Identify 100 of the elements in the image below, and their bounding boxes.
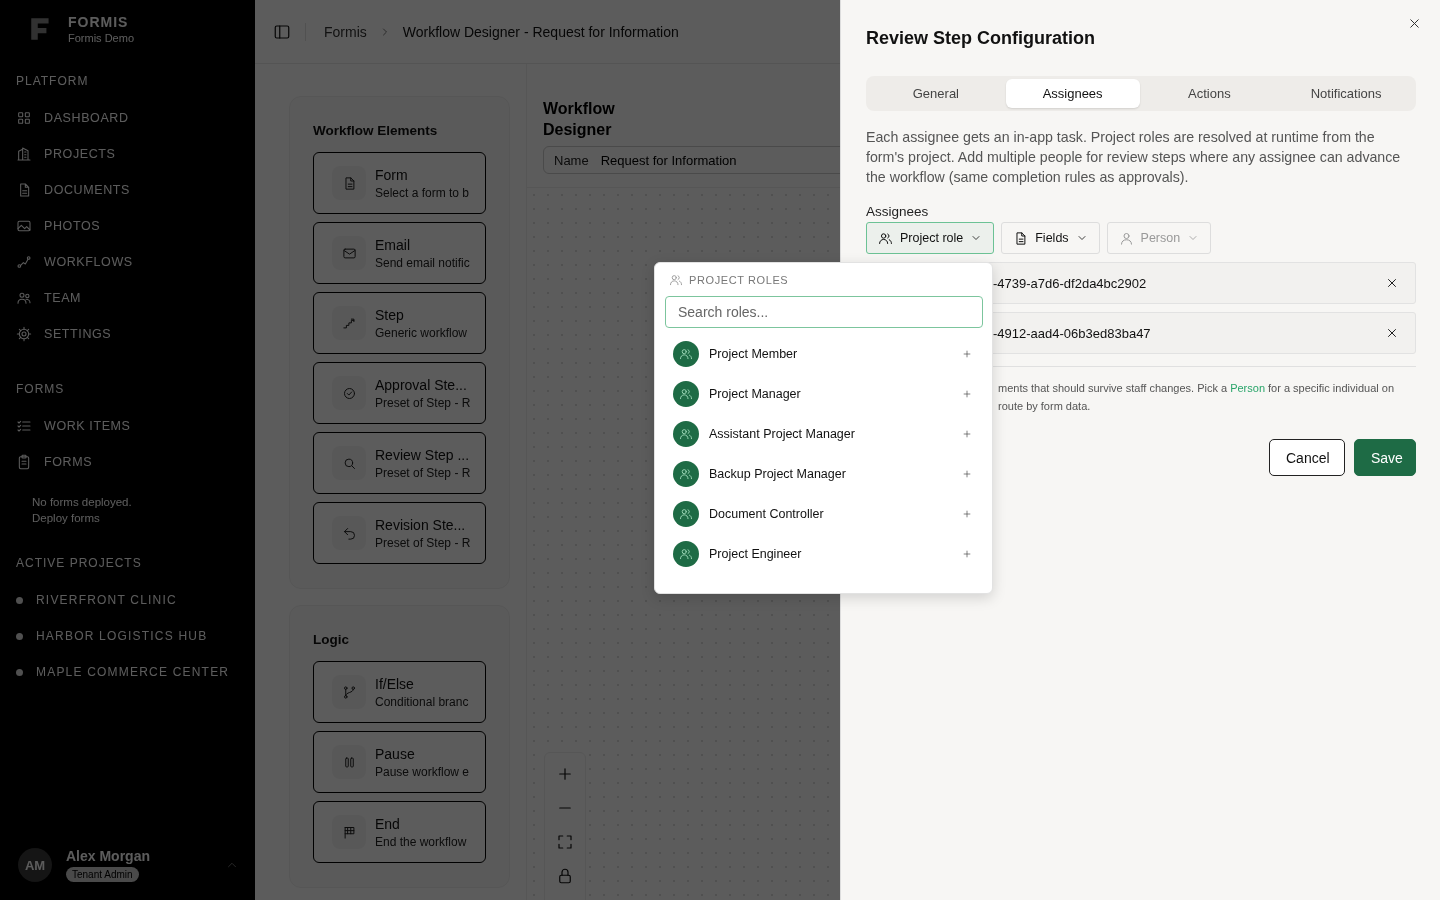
tab[interactable]: Assignees [1005, 79, 1140, 108]
role-item[interactable]: Project Member [665, 334, 982, 374]
role-item[interactable]: Assistant Project Manager [665, 414, 982, 454]
element-card[interactable]: If/Else Conditional branc [313, 661, 486, 723]
project-item[interactable]: MAPLE COMMERCE CENTER [16, 654, 255, 690]
card-title: Form [375, 166, 409, 183]
people-icon [679, 387, 693, 401]
settings-icon [16, 326, 32, 342]
role-name: Project Member [709, 347, 799, 361]
nav-item[interactable]: DASHBOARD [16, 100, 255, 136]
person-link[interactable]: Person [1230, 382, 1265, 394]
breadcrumb-item[interactable]: Formis [324, 23, 367, 40]
undo-icon [341, 525, 357, 541]
note-text: Deploy forms [32, 511, 101, 526]
nav-item[interactable]: PROJECTS [16, 136, 255, 172]
people-icon [669, 273, 683, 287]
tab[interactable]: Actions [1142, 79, 1277, 108]
search-field[interactable]: Search roles... [665, 296, 983, 328]
clipboard-icon [16, 454, 32, 470]
card-description: Preset of Step - R [375, 535, 471, 550]
team-icon [16, 290, 32, 306]
flag-icon [341, 824, 357, 840]
field-label: Name [554, 152, 589, 168]
user-name: Alex Morgan [66, 848, 151, 864]
stairs-icon [341, 315, 357, 331]
nav-item[interactable]: SETTINGS [16, 316, 255, 352]
card-title: Review Step ... [375, 446, 471, 463]
brand-name: FORMIS [68, 14, 130, 30]
description-text: Each assignee gets an in-app task. Project roles are resolved at runtime from the form's project. Add multiple people for review steps where any assignee can advance the workflow (same completion rules as approvals). [866, 128, 1402, 187]
role-item[interactable]: Backup Project Manager [665, 454, 982, 494]
nav-item[interactable]: DOCUMENTS [16, 172, 255, 208]
nav-item[interactable]: WORK ITEMS [16, 408, 255, 444]
branch-icon [341, 684, 357, 700]
plus-icon[interactable] [962, 469, 972, 479]
avatar: AM [18, 848, 52, 882]
element-card[interactable]: End End the workflow [313, 801, 486, 863]
plus-icon[interactable] [962, 429, 972, 439]
card-title: Step [375, 306, 405, 323]
dropdown-button[interactable]: Project role [866, 222, 995, 254]
plus-icon[interactable] [962, 509, 972, 519]
card-description: Pause workflow e [375, 764, 470, 779]
field-value: Request for Information [600, 152, 737, 168]
project-item[interactable]: RIVERFRONT CLINIC [16, 582, 255, 618]
designer-title: Workflow Designer [543, 99, 616, 140]
section-title: FORMS [16, 382, 66, 396]
nav-item[interactable]: PHOTOS [16, 208, 255, 244]
role-name: Assistant Project Manager [709, 427, 856, 441]
remove-icon[interactable] [1385, 326, 1399, 340]
role-item[interactable]: Project Engineer [665, 534, 982, 574]
card-title: Pause [375, 745, 416, 762]
checklist-icon [16, 418, 32, 434]
section-title: PLATFORM [16, 74, 90, 88]
building-icon [16, 146, 32, 162]
fit-view-icon[interactable] [556, 833, 574, 851]
plus-icon[interactable] [962, 349, 972, 359]
brand-subtitle: Formis Demo [68, 32, 134, 44]
status-dot [16, 632, 23, 640]
card-description: Send email notific [375, 255, 470, 270]
element-card[interactable]: Step Generic workflow [313, 292, 486, 354]
people-icon [878, 230, 893, 246]
tab[interactable]: Notifications [1279, 79, 1413, 108]
person-icon [1118, 230, 1134, 246]
card-description: End the workflow [375, 834, 467, 849]
role-badge: Tenant Admin [66, 867, 139, 882]
panel-title: Logic [313, 632, 350, 647]
role-name: Project Engineer [709, 547, 803, 561]
element-card[interactable]: Pause Pause workflow e [313, 731, 486, 793]
help-text: route by form data. [997, 399, 1092, 414]
sidebar-toggle-icon[interactable] [273, 22, 291, 41]
element-card[interactable]: Form Select a form to b [313, 152, 486, 214]
nav-item[interactable]: TEAM [16, 280, 255, 316]
people-icon [679, 427, 693, 441]
element-card[interactable]: Review Step ... Preset of Step - R [313, 432, 486, 494]
close-icon[interactable] [1407, 16, 1422, 31]
plus-icon[interactable] [962, 389, 972, 399]
status-dot [16, 668, 23, 676]
assignee-id: -4739-a7d6-df2da4bc2902 [993, 275, 1147, 291]
element-card[interactable]: Approval Ste... Preset of Step - R [313, 362, 486, 424]
card-description: Preset of Step - R [375, 465, 471, 480]
nav-item[interactable]: WORKFLOWS [16, 244, 255, 280]
zoom-in-icon[interactable] [556, 765, 574, 783]
popup-title: PROJECT ROLES [689, 274, 789, 286]
section-label: Assignees [866, 204, 930, 219]
drawer-title: Review Step Configuration [866, 28, 1097, 49]
people-icon [679, 467, 693, 481]
role-item[interactable]: Project Manager [665, 374, 982, 414]
lock-icon[interactable] [556, 867, 574, 885]
element-card[interactable]: Revision Ste... Preset of Step - R [313, 502, 486, 564]
card-title: If/Else [375, 675, 415, 692]
element-card[interactable]: Email Send email notific [313, 222, 486, 284]
save-button[interactable]: Save [1354, 439, 1416, 476]
tab[interactable]: General [869, 79, 1003, 108]
role-item[interactable]: Document Controller [665, 494, 982, 534]
dropdown-button[interactable]: Fields [1001, 222, 1100, 254]
remove-icon[interactable] [1385, 276, 1399, 290]
nav-item[interactable]: FORMS [16, 444, 255, 480]
project-item[interactable]: HARBOR LOGISTICS HUB [16, 618, 255, 654]
plus-icon[interactable] [962, 549, 972, 559]
cancel-button[interactable]: Cancel [1269, 439, 1345, 476]
grid-icon [16, 110, 32, 126]
